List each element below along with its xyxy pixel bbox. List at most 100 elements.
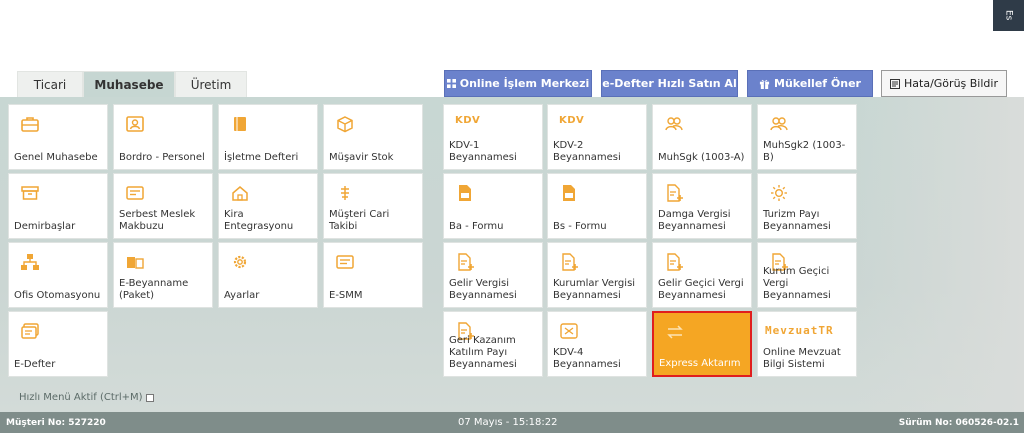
tile-label: İşletme Defteri [224, 152, 299, 163]
tab-muhasebe[interactable]: Muhasebe [83, 71, 175, 97]
tile-ba-formu[interactable]: Ba - Formu [443, 173, 543, 239]
tile-label: Express Aktarım [659, 358, 741, 369]
tile-gelir-gecici-vergi-beyannamesi[interactable]: Gelir Geçici Vergi Beyannamesi [652, 242, 752, 308]
feedback-icon [890, 78, 901, 89]
tile-label: Demirbaşlar [14, 221, 76, 232]
tile-express-aktarim[interactable]: Express Aktarım [652, 311, 752, 377]
tile-ayarlar[interactable]: Ayarlar [218, 242, 318, 308]
tile-label: Ba - Formu [449, 221, 504, 232]
hata-gorus-bildir-button[interactable]: Hata/Görüş Bildir [881, 70, 1007, 97]
kdv-logo: KDV [559, 115, 585, 126]
package-icon [127, 257, 144, 269]
hizli-menu-toggle[interactable]: Hızlı Menü Aktif (Ctrl+M) [19, 392, 154, 403]
grid-icon [446, 79, 456, 88]
corner-button[interactable]: Es [993, 0, 1024, 31]
tile-kdv-4-beyannamesi[interactable]: KDV-4 Beyannamesi [547, 311, 647, 377]
tile-label: Online Mevzuat Bilgi Sistemi [763, 347, 841, 370]
tile-label: MuhSgk2 (1003-B) [763, 140, 846, 163]
tile-demirbaslar[interactable]: Demirbaşlar [8, 173, 108, 239]
tile-label: Gelir Geçici Vergi Beyannamesi [658, 278, 744, 301]
tile-label: E-Defter [14, 359, 56, 370]
tile-kdv-2-beyannamesi[interactable]: KDV KDV-2 Beyannamesi [547, 104, 647, 170]
tile-label: Kurum Geçici Vergi Beyannamesi [763, 266, 831, 301]
hizli-menu-checkbox[interactable] [145, 393, 154, 402]
doc-plus-icon [458, 253, 474, 271]
mukellef-oner-button[interactable]: Mükellef Öner [747, 70, 873, 97]
tile-turizm-payi-beyannamesi[interactable]: Turizm Payı Beyannamesi [757, 173, 857, 239]
tile-kurumlar-vergisi-beyannamesi[interactable]: Kurumlar Vergisi Beyannamesi [547, 242, 647, 308]
tile-label: Kira Entegrasyonu [224, 209, 294, 232]
users-icon [665, 117, 683, 131]
kdv-logo: KDV [455, 115, 481, 126]
content-fade [854, 97, 1024, 412]
tile-bs-formu[interactable]: Bs - Formu [547, 173, 647, 239]
tile-kurum-gecici-vergi-beyannamesi[interactable]: Kurum Geçici Vergi Beyannamesi [757, 242, 857, 308]
gift-icon [759, 79, 770, 89]
tile-label: Serbest Meslek Makbuzu [119, 209, 196, 232]
tile-e-beyanname-paket[interactable]: E-Beyanname (Paket) [113, 242, 213, 308]
module-content: Genel Muhasebe Bordro - Personel İşletme… [0, 97, 1024, 412]
tile-label: Bordro - Personel [119, 152, 205, 163]
book-icon [234, 117, 246, 131]
gear-icon [233, 255, 247, 269]
receipt-icon [126, 186, 144, 200]
document-icon [336, 255, 354, 269]
tile-ofis-otomasyonu[interactable]: Ofis Otomasyonu [8, 242, 108, 308]
tile-label: Turizm Payı Beyannamesi [763, 209, 831, 232]
tile-label: E-Beyanname (Paket) [119, 278, 189, 301]
mevzuat-logo: MevzuatTR [765, 324, 834, 337]
scale-icon [341, 186, 349, 200]
tile-musteri-cari-takibi[interactable]: Müşteri Cari Takibi [323, 173, 423, 239]
tile-e-smm[interactable]: E-SMM [323, 242, 423, 308]
tile-bordro-personel[interactable]: Bordro - Personel [113, 104, 213, 170]
box-icon [337, 116, 353, 133]
tile-label: MuhSgk (1003-A) [658, 152, 745, 163]
tile-label: KDV-1 Beyannamesi [449, 140, 517, 163]
tile-gelir-vergisi-beyannamesi[interactable]: Gelir Vergisi Beyannamesi [443, 242, 543, 308]
tile-label: Geri Kazanım Katılım Payı Beyannamesi [449, 335, 517, 370]
tile-musavir-stok[interactable]: Müşavir Stok [323, 104, 423, 170]
tile-kira-entegrasyonu[interactable]: Kira Entegrasyonu [218, 173, 318, 239]
home-icon [232, 186, 248, 201]
sun-icon [771, 185, 787, 201]
doc-plus-icon [667, 184, 683, 202]
tab-uretim[interactable]: Üretim [175, 71, 247, 97]
online-islem-merkezi-label: Online İşlem Merkezi [459, 77, 590, 90]
stamp-icon [560, 323, 578, 339]
tile-damga-vergisi-beyannamesi[interactable]: Damga Vergisi Beyannamesi [652, 173, 752, 239]
edefter-satin-al-button[interactable]: e-Defter Hızlı Satın Al [601, 70, 738, 97]
tile-muhsgk-1003-a[interactable]: MuhSgk (1003-A) [652, 104, 752, 170]
tile-label: Kurumlar Vergisi Beyannamesi [553, 278, 636, 301]
tile-online-mevzuat[interactable]: MevzuatTR Online Mevzuat Bilgi Sistemi [757, 311, 857, 377]
tile-geri-kazanim-katilim-payi[interactable]: Geri Kazanım Katılım Payı Beyannamesi [443, 311, 543, 377]
tile-e-defter[interactable]: E-Defter [8, 311, 108, 377]
ledger-icon [21, 323, 39, 339]
archive-icon [21, 186, 39, 200]
module-tabs: Ticari Muhasebe Üretim [17, 71, 247, 97]
users-icon [770, 117, 788, 131]
tile-muhsgk2-1003-b[interactable]: MuhSgk2 (1003-B) [757, 104, 857, 170]
tile-label: Müşteri Cari Takibi [329, 209, 390, 232]
doc-plus-icon [667, 253, 683, 271]
tile-genel-muhasebe[interactable]: Genel Muhasebe [8, 104, 108, 170]
status-datetime: 07 Mayıs - 15:18:22 [458, 417, 558, 428]
musteri-no: Müşteri No: 527220 [6, 418, 106, 428]
form-icon [459, 185, 471, 201]
online-islem-merkezi-button[interactable]: Online İşlem Merkezi [444, 70, 592, 97]
tile-label: KDV-2 Beyannamesi [553, 140, 621, 163]
tile-label: Bs - Formu [553, 221, 607, 232]
status-bar: Müşteri No: 527220 07 Mayıs - 15:18:22 S… [0, 412, 1024, 433]
doc-plus-icon [562, 253, 578, 271]
tile-isletme-defteri[interactable]: İşletme Defteri [218, 104, 318, 170]
surum-no: Sürüm No: 060526-02.1 [898, 418, 1019, 428]
briefcase-icon [21, 117, 39, 132]
tile-label: Ofis Otomasyonu [14, 290, 101, 301]
tile-kdv-1-beyannamesi[interactable]: KDV KDV-1 Beyannamesi [443, 104, 543, 170]
edefter-satin-al-label: e-Defter Hızlı Satın Al [602, 77, 737, 90]
tile-label: Gelir Vergisi Beyannamesi [449, 278, 517, 301]
tile-serbest-meslek-makbuzu[interactable]: Serbest Meslek Makbuzu [113, 173, 213, 239]
tile-label: Genel Muhasebe [14, 152, 98, 163]
tile-label: Müşavir Stok [329, 152, 394, 163]
tab-ticari[interactable]: Ticari [17, 71, 83, 97]
transfer-icon [667, 325, 683, 339]
